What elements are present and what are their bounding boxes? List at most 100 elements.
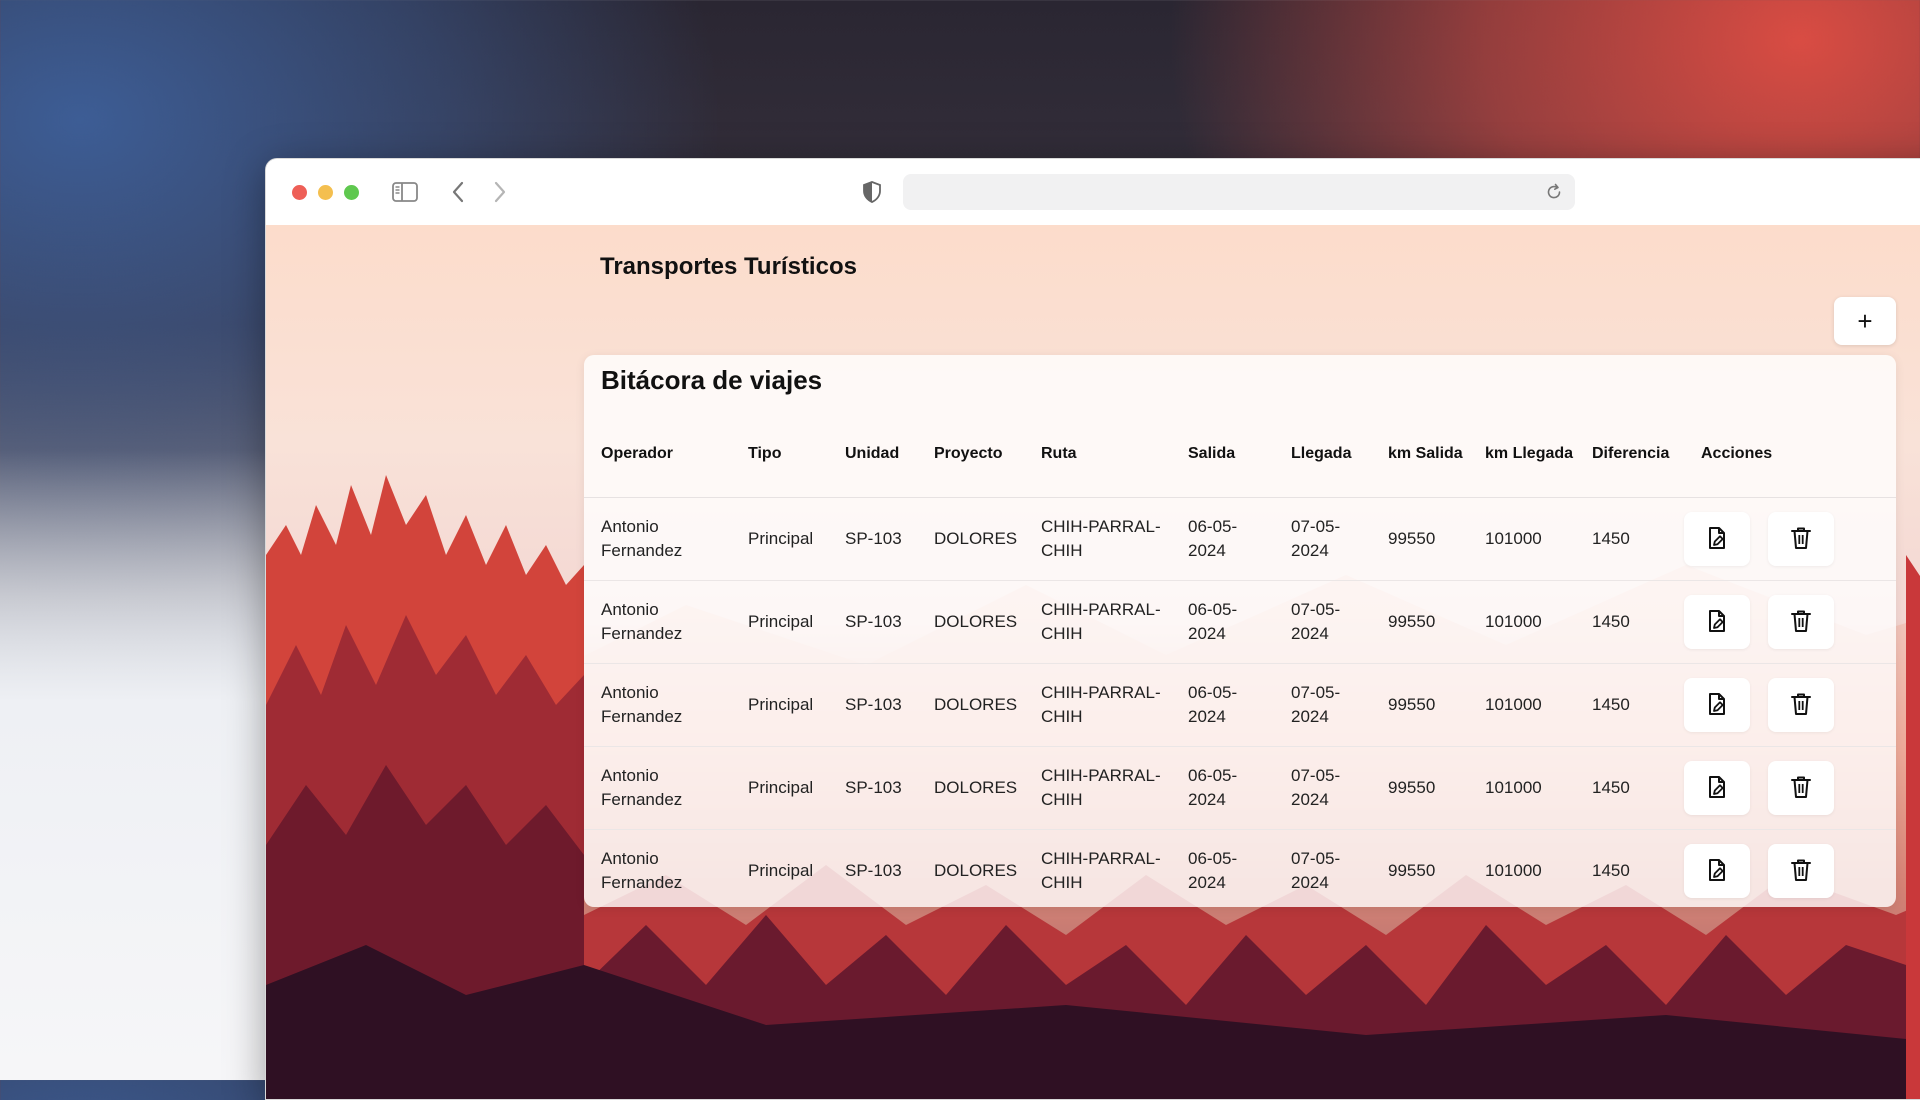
table-row: Antonio Fernandez Principal SP-103 DOLORES C… <box>584 830 1896 908</box>
edit-button[interactable] <box>1684 761 1750 815</box>
table-header-row: Operador Tipo Unidad Proyecto Ruta Salid… <box>584 411 1896 498</box>
actions-cell <box>1768 663 1896 747</box>
cell-km-salida: 99550 <box>1371 663 1468 747</box>
trash-icon <box>1791 775 1811 802</box>
cell-llegada: 07-05-2024 <box>1291 849 1341 892</box>
reload-icon[interactable] <box>1545 183 1563 201</box>
header-ruta: Ruta <box>1024 411 1171 498</box>
cell-salida: 06-05-2024 <box>1171 497 1274 581</box>
cell-unidad: SP-103 <box>828 746 917 830</box>
cell-salida: 06-05-2024 <box>1171 580 1274 664</box>
cell-ruta: CHIH-PARRAL-CHIH <box>1024 497 1171 581</box>
cell-salida: 06-05-2024 <box>1171 746 1274 830</box>
cell-ruta: CHIH-PARRAL-CHIH <box>1041 849 1161 892</box>
edit-document-icon <box>1706 775 1728 802</box>
header-salida: Salida <box>1171 411 1274 498</box>
trash-icon <box>1791 858 1811 885</box>
cell-diferencia: 1450 <box>1592 861 1630 880</box>
add-trip-button[interactable]: + <box>1834 297 1896 345</box>
delete-button[interactable] <box>1768 844 1834 898</box>
desktop-background <box>0 450 270 1080</box>
actions-cell <box>1684 663 1768 747</box>
privacy-shield-icon[interactable] <box>860 179 884 205</box>
browser-window: Transportes Turísticos + Bitácora de via… <box>265 158 1920 1100</box>
cell-diferencia: 1450 <box>1575 580 1684 664</box>
actions-cell <box>1768 497 1896 581</box>
cell-operador: Antonio Fernandez <box>584 580 731 664</box>
edit-button[interactable] <box>1684 512 1750 566</box>
delete-button[interactable] <box>1768 678 1834 732</box>
header-km-salida: km Salida <box>1371 411 1468 498</box>
cell-ruta: CHIH-PARRAL-CHIH <box>1024 663 1171 747</box>
cell-proyecto: DOLORES <box>917 663 1024 747</box>
actions-cell <box>1768 580 1896 664</box>
cell-operador: Antonio Fernandez <box>584 663 731 747</box>
trip-log-table: Operador Tipo Unidad Proyecto Ruta Salid… <box>584 411 1896 907</box>
table-row: Antonio Fernandez Principal SP-103 DOLORES C… <box>584 580 1896 664</box>
cell-ruta: CHIH-PARRAL-CHIH <box>1024 746 1171 830</box>
cell-llegada: 07-05-2024 <box>1274 497 1371 581</box>
cell-diferencia: 1450 <box>1575 663 1684 747</box>
minimize-window-button[interactable] <box>318 185 333 200</box>
cell-tipo: Principal <box>731 663 828 747</box>
close-window-button[interactable] <box>292 185 307 200</box>
table-row: Antonio Fernandez Principal SP-103 DOLORES C… <box>584 746 1896 830</box>
header-llegada: Llegada <box>1274 411 1371 498</box>
cell-llegada: 07-05-2024 <box>1274 580 1371 664</box>
delete-button[interactable] <box>1768 595 1834 649</box>
cell-km-salida: 99550 <box>1371 497 1468 581</box>
cell-tipo: Principal <box>748 861 814 880</box>
header-operador: Operador <box>584 411 731 498</box>
card-title: Bitácora de viajes <box>601 365 823 395</box>
cell-salida: 06-05-2024 <box>1188 849 1238 892</box>
trash-icon <box>1791 526 1811 553</box>
cell-tipo: Principal <box>731 497 828 581</box>
header-acciones: Acciones <box>1684 411 1896 498</box>
sidebar-toggle-icon[interactable] <box>391 179 419 205</box>
cell-llegada: 07-05-2024 <box>1274 746 1371 830</box>
edit-document-icon <box>1706 526 1728 553</box>
back-arrow-icon[interactable] <box>446 179 470 205</box>
cell-km-salida: 99550 <box>1388 861 1436 880</box>
cell-operador: Antonio Fernandez <box>601 849 683 892</box>
cell-unidad: SP-103 <box>828 580 917 664</box>
edit-button[interactable] <box>1684 844 1750 898</box>
edit-document-icon <box>1706 609 1728 636</box>
cell-km-llegada: 101000 <box>1468 580 1575 664</box>
cell-diferencia: 1450 <box>1575 497 1684 581</box>
delete-button[interactable] <box>1768 512 1834 566</box>
table-row: Antonio Fernandez Principal SP-103 DOLORES C… <box>584 497 1896 581</box>
delete-button[interactable] <box>1768 761 1834 815</box>
cell-proyecto: DOLORES <box>934 861 1018 880</box>
cell-diferencia: 1450 <box>1575 746 1684 830</box>
maximize-window-button[interactable] <box>344 185 359 200</box>
table-row: Antonio Fernandez Principal SP-103 DOLORES C… <box>584 663 1896 747</box>
cell-operador: Antonio Fernandez <box>584 497 731 581</box>
cell-llegada: 07-05-2024 <box>1274 663 1371 747</box>
cell-km-salida: 99550 <box>1371 746 1468 830</box>
cell-proyecto: DOLORES <box>917 497 1024 581</box>
browser-toolbar <box>266 159 1920 226</box>
trip-log-card: Bitácora de viajes Operador Tipo Unidad … <box>584 355 1896 907</box>
cell-km-llegada: 101000 <box>1468 746 1575 830</box>
cell-unidad: SP-103 <box>845 861 902 880</box>
header-diferencia: Diferencia <box>1575 411 1684 498</box>
cell-km-llegada: 101000 <box>1485 861 1542 880</box>
cell-proyecto: DOLORES <box>917 580 1024 664</box>
header-unidad: Unidad <box>828 411 917 498</box>
cell-operador: Antonio Fernandez <box>584 746 731 830</box>
trash-icon <box>1791 692 1811 719</box>
edit-document-icon <box>1706 692 1728 719</box>
actions-cell <box>1768 830 1896 908</box>
cell-proyecto: DOLORES <box>917 746 1024 830</box>
edit-button[interactable] <box>1684 595 1750 649</box>
cell-unidad: SP-103 <box>828 663 917 747</box>
edit-document-icon <box>1706 858 1728 885</box>
forward-arrow-icon[interactable] <box>488 179 512 205</box>
cell-unidad: SP-103 <box>828 497 917 581</box>
edit-button[interactable] <box>1684 678 1750 732</box>
address-bar[interactable] <box>903 174 1575 210</box>
cell-salida: 06-05-2024 <box>1171 663 1274 747</box>
header-tipo: Tipo <box>731 411 828 498</box>
cell-km-llegada: 101000 <box>1468 663 1575 747</box>
